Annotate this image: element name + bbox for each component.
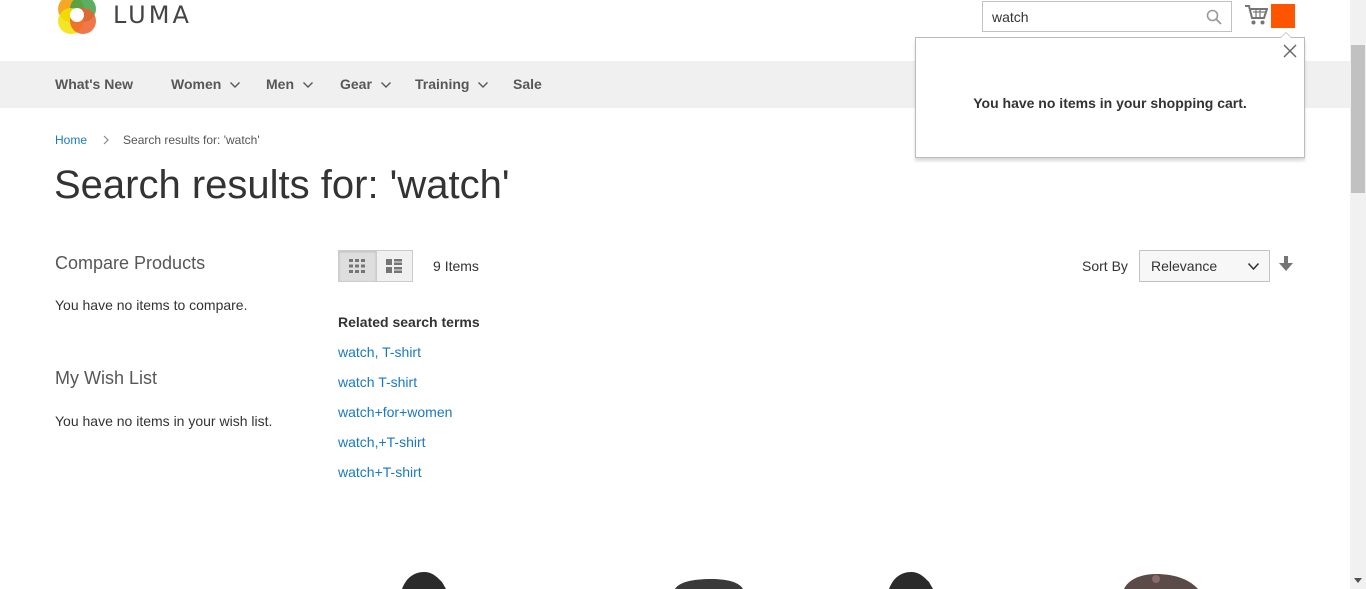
product-image[interactable] <box>887 568 947 589</box>
wishlist-empty-text: You have no items in your wish list. <box>55 413 273 429</box>
related-term-link[interactable]: watch+for+women <box>338 404 452 420</box>
sort-by-value: Relevance <box>1151 258 1218 274</box>
store-logo[interactable]: LUMA <box>55 0 192 36</box>
page-title: Search results for: 'watch' <box>54 163 510 207</box>
grid-icon <box>349 259 366 273</box>
minicart-dropdown: You have no items in your shopping cart. <box>915 32 1305 158</box>
nav-item-label: Women <box>171 76 222 92</box>
scrollbar-thumb[interactable] <box>1351 45 1365 193</box>
toolbar-item-count: 9 Items <box>433 258 479 274</box>
nav-item-label: Sale <box>513 76 542 92</box>
product-image[interactable] <box>675 568 745 589</box>
chevron-down-icon <box>380 81 391 88</box>
minicart-empty-message: You have no items in your shopping cart. <box>973 95 1247 111</box>
nav-item-training[interactable]: Training <box>415 61 489 108</box>
related-term-link[interactable]: watch T-shirt <box>338 374 417 390</box>
nav-item-label: Gear <box>340 76 372 92</box>
compare-products-heading: Compare Products <box>55 253 206 273</box>
close-icon[interactable] <box>1282 43 1298 59</box>
cart-icon[interactable] <box>1244 4 1268 26</box>
nav-item-label: Men <box>266 76 294 92</box>
breadcrumb-current: Search results for: 'watch' <box>123 133 260 147</box>
nav-item-label: What's New <box>55 76 134 92</box>
grid-view-button[interactable] <box>339 251 376 281</box>
nav-item-sale[interactable]: Sale <box>513 61 542 108</box>
product-image[interactable] <box>400 568 460 589</box>
wishlist-heading: My Wish List <box>55 368 158 388</box>
related-term-link[interactable]: watch+T-shirt <box>338 464 422 480</box>
scroll-down-arrow-icon[interactable] <box>1353 577 1363 585</box>
nav-item-men[interactable]: Men <box>266 61 313 108</box>
chevron-down-icon <box>478 81 489 88</box>
product-image[interactable] <box>1122 568 1202 589</box>
chevron-down-icon <box>230 81 241 88</box>
breadcrumb: Home Search results for: 'watch' <box>55 133 260 147</box>
nav-item-label: Training <box>415 76 470 92</box>
related-search-terms-title: Related search terms <box>338 314 480 330</box>
nav-item-whats-new[interactable]: What's New <box>55 61 133 108</box>
chevron-down-icon <box>1248 263 1259 270</box>
compare-empty-text: You have no items to compare. <box>55 297 248 313</box>
breadcrumb-home-link[interactable]: Home <box>55 133 87 147</box>
chevron-down-icon <box>303 81 313 88</box>
items-count-label: Items <box>444 258 479 274</box>
nav-item-gear[interactable]: Gear <box>340 61 391 108</box>
list-view-button[interactable] <box>375 251 413 281</box>
search-icon[interactable] <box>1206 9 1222 25</box>
related-term-link[interactable]: watch,+T-shirt <box>338 434 426 450</box>
luma-logo-icon <box>58 0 96 34</box>
sort-direction-arrow-icon[interactable] <box>1279 256 1293 272</box>
items-count-value: 9 <box>433 258 441 274</box>
list-icon <box>386 259 403 273</box>
view-mode-switcher <box>338 250 413 282</box>
search-input[interactable] <box>983 2 1193 31</box>
related-term-link[interactable]: watch, T-shirt <box>338 344 421 360</box>
logo-text: LUMA <box>113 1 192 29</box>
sort-by-select[interactable]: Relevance <box>1139 250 1270 282</box>
search-box <box>982 1 1232 32</box>
nav-item-women[interactable]: Women <box>171 61 241 108</box>
sort-by-label: Sort By <box>1082 258 1128 274</box>
cart-counter-badge[interactable] <box>1271 4 1295 28</box>
chevron-right-icon <box>103 135 109 145</box>
